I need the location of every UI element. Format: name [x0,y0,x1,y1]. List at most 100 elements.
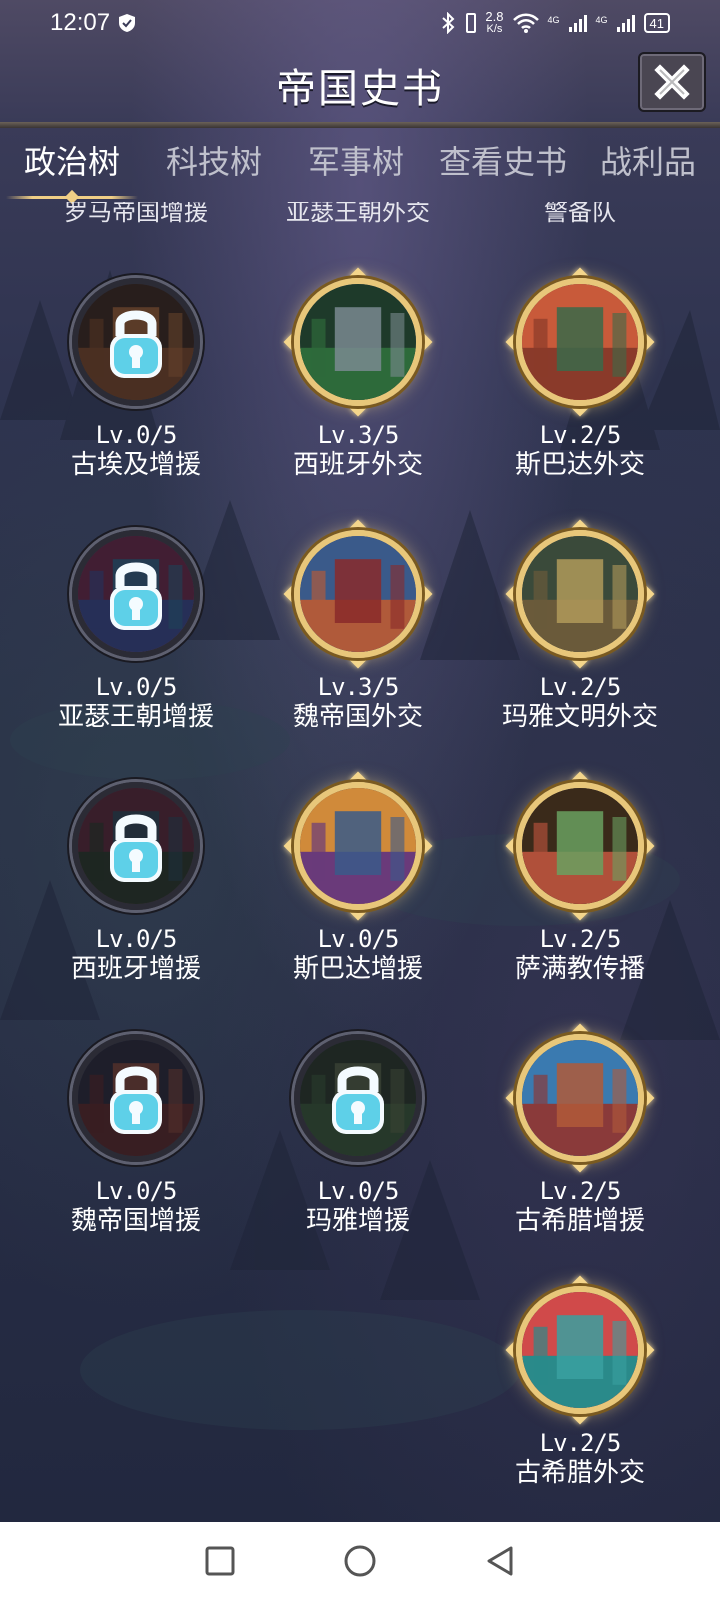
policy-artwork [522,1292,638,1408]
policy-node[interactable]: Lv.0/5 古埃及增援 [26,272,246,480]
medal-frame [283,267,433,417]
medal-ring [516,1286,644,1414]
signal-label-1: 4G [547,15,560,25]
tab-technology[interactable]: 科技树 [160,137,268,183]
policy-node[interactable]: Lv.2/5 萨满教传播 [470,771,690,984]
system-nav-bar [0,1522,720,1600]
medal-frame [288,1028,428,1168]
node-name: 魏帝国外交 [292,702,423,732]
column-header-2: 亚瑟王朝外交 [286,202,430,226]
node-name: 玛雅文明外交 [501,702,658,732]
signal-icon [568,15,587,32]
circle-icon [344,1545,376,1577]
node-level: Lv.2/5 [539,1177,622,1205]
node-name: 玛雅增援 [305,1206,410,1236]
lock-icon [332,1066,384,1134]
policy-artwork [522,284,638,400]
column-header-1: 罗马帝国增援 [64,202,208,226]
policy-node[interactable]: Lv.0/5 亚瑟王朝增援 [26,524,246,732]
policy-node[interactable]: Lv.0/5 玛雅增援 [248,1028,468,1236]
node-level: Lv.0/5 [317,1177,400,1205]
node-name: 古希腊增援 [514,1206,645,1236]
node-level: Lv.2/5 [539,673,622,701]
battery-indicator: 41 [643,13,670,33]
policy-artwork [300,536,416,652]
node-level: Lv.3/5 [317,421,400,449]
close-icon [654,64,690,100]
tab-label: 政治树 [23,143,120,181]
lock-icon [110,814,162,882]
policy-node[interactable]: Lv.3/5 西班牙外交 [248,267,468,480]
medal-frame [66,272,206,412]
tab-label: 军事树 [307,143,404,181]
tab-bar: 政治树 科技树 军事树 查看史书 战利品 [0,132,720,199]
policy-artwork [300,284,416,400]
node-level: Lv.2/5 [539,925,622,953]
medal-frame [505,267,655,417]
policy-node[interactable]: Lv.2/5 玛雅文明外交 [470,519,690,732]
policy-artwork [522,1040,638,1156]
node-name: 斯巴达增援 [292,954,423,984]
node-level: Lv.0/5 [95,925,178,953]
tab-spoils[interactable]: 战利品 [594,137,702,183]
page-header: 帝国史书 [0,46,720,124]
node-level: Lv.0/5 [317,925,400,953]
medal-frame [283,519,433,669]
tab-politics[interactable]: 政治树 [6,137,138,199]
column-header-3: 警备队 [544,202,616,226]
status-time: 12:07 [50,9,111,36]
node-level: Lv.2/5 [539,1429,622,1457]
policy-node[interactable]: Lv.0/5 斯巴达增援 [248,771,468,984]
signal-label-2: 4G [595,15,608,25]
policy-artwork [300,788,416,904]
net-speed-value: 2.8 [485,9,504,24]
active-tab-indicator [6,196,138,199]
medal-frame [505,771,655,921]
tab-view-history[interactable]: 查看史书 [430,137,576,183]
vibrate-icon [466,13,477,33]
medal-frame [66,524,206,664]
node-name: 魏帝国增援 [70,1206,201,1236]
node-name: 西班牙增援 [70,954,201,984]
lock-icon [110,1066,162,1134]
medal-frame [505,519,655,669]
tab-military[interactable]: 军事树 [302,137,410,183]
wifi-icon [512,13,539,33]
medal-frame [505,1275,655,1425]
policy-node[interactable]: Lv.2/5 古希腊增援 [470,1023,690,1236]
policy-node[interactable]: Lv.2/5 斯巴达外交 [470,267,690,480]
node-name: 斯巴达外交 [514,450,645,480]
shield-icon [119,14,136,32]
node-name: 西班牙外交 [292,450,423,480]
close-button[interactable] [638,52,706,112]
medal-ring [294,530,422,658]
back-button[interactable] [480,1541,520,1581]
net-speed: 2.8 K/s [485,9,504,35]
recent-apps-button[interactable] [200,1541,240,1581]
lock-icon [110,562,162,630]
medal-ring [516,278,644,406]
medal-frame [505,1023,655,1173]
home-button[interactable] [340,1541,380,1581]
policy-node[interactable]: Lv.2/5 古希腊外交 [470,1275,690,1488]
status-bar: 12:07 2.8 K/s 4G 4G 41 [0,0,720,46]
tab-label: 查看史书 [438,143,567,181]
bluetooth-icon [442,12,455,34]
net-speed-unit: K/s [486,23,503,35]
medal-frame [283,771,433,921]
node-level: Lv.3/5 [317,673,400,701]
policy-node[interactable]: Lv.0/5 魏帝国增援 [26,1028,246,1236]
node-level: Lv.0/5 [95,421,178,449]
node-name: 古埃及增援 [70,450,201,480]
signal-icon-2 [616,15,635,32]
policy-node[interactable]: Lv.0/5 西班牙增援 [26,776,246,984]
tab-label: 科技树 [165,143,262,181]
header-divider [0,122,720,128]
node-level: Lv.0/5 [95,673,178,701]
medal-ring [294,782,422,910]
medal-ring [516,530,644,658]
medal-frame [66,1028,206,1168]
policy-artwork [522,788,638,904]
policy-node[interactable]: Lv.3/5 魏帝国外交 [248,519,468,732]
triangle-back-icon [487,1546,513,1576]
